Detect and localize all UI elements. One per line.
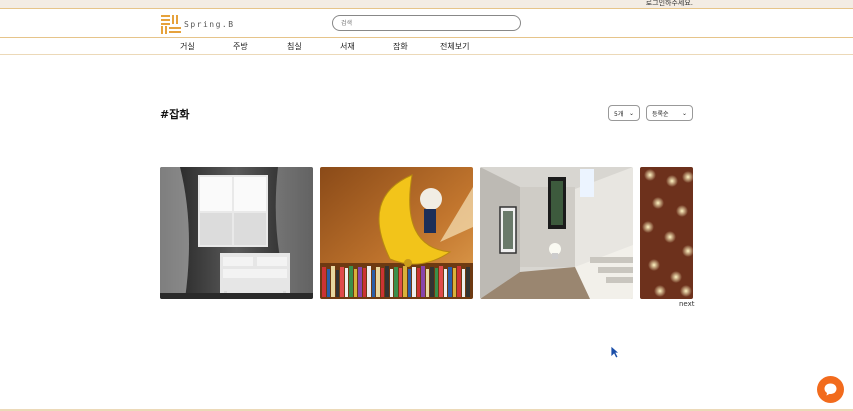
search-input[interactable] bbox=[332, 15, 521, 31]
nav-item-view-all[interactable]: 전체보기 bbox=[440, 41, 469, 52]
next-button[interactable]: next bbox=[679, 300, 695, 308]
logo-icon bbox=[161, 15, 181, 34]
chevron-down-icon: ⌄ bbox=[681, 109, 687, 117]
product-card[interactable] bbox=[320, 167, 473, 299]
chevron-down-icon: ⌄ bbox=[628, 109, 634, 117]
header: Spring.B bbox=[0, 8, 853, 38]
nav-item-study[interactable]: 서재 bbox=[340, 41, 355, 52]
product-card[interactable] bbox=[160, 167, 313, 299]
chat-bubble-icon bbox=[824, 383, 837, 396]
login-link[interactable]: 로그인하주세요. bbox=[646, 0, 693, 8]
nav-item-kitchen[interactable]: 주방 bbox=[233, 41, 248, 52]
product-card[interactable] bbox=[480, 167, 633, 299]
sort-select[interactable]: 등록순 ⌄ bbox=[646, 105, 693, 121]
chat-button[interactable] bbox=[817, 376, 844, 403]
page-title: #잡화 bbox=[160, 108, 190, 121]
mouse-cursor-icon bbox=[610, 345, 620, 359]
product-card[interactable] bbox=[640, 167, 693, 299]
logo[interactable]: Spring.B bbox=[161, 14, 235, 34]
count-select[interactable]: 5개 ⌄ bbox=[608, 105, 640, 121]
window-dresser-photo bbox=[160, 167, 313, 299]
logo-text: Spring.B bbox=[184, 19, 235, 29]
top-bar: 로그인하주세요. bbox=[0, 0, 853, 8]
nav-item-living-room[interactable]: 거실 bbox=[180, 41, 195, 52]
count-select-value: 5개 bbox=[614, 110, 624, 118]
hallway-photo bbox=[480, 167, 633, 299]
sort-select-value: 등록순 bbox=[652, 110, 669, 118]
nav-item-misc[interactable]: 잡화 bbox=[393, 41, 408, 52]
string-lights-photo bbox=[640, 167, 693, 299]
category-nav: 거실 주방 침실 서재 잡화 전체보기 bbox=[0, 39, 853, 55]
nav-item-bedroom[interactable]: 침실 bbox=[287, 41, 302, 52]
moon-lamp-photo bbox=[320, 167, 473, 299]
